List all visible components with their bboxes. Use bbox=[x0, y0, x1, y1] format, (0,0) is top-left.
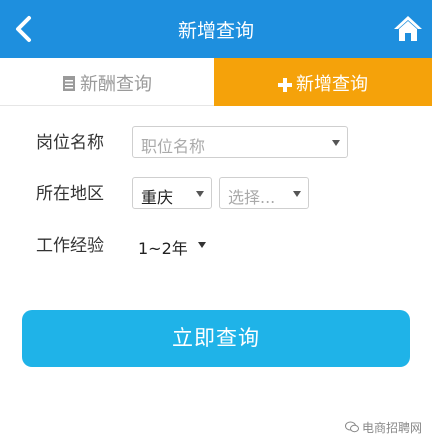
wechat-icon bbox=[344, 421, 359, 436]
city-select[interactable]: 重庆 bbox=[132, 177, 212, 209]
chevron-down-icon bbox=[332, 140, 340, 146]
document-icon bbox=[62, 75, 76, 97]
region-label: 所在地区 bbox=[36, 184, 104, 204]
experience-label: 工作经验 bbox=[36, 236, 104, 256]
position-select[interactable]: 职位名称 bbox=[132, 126, 348, 158]
chevron-down-icon bbox=[198, 242, 206, 248]
plus-icon bbox=[278, 76, 292, 97]
watermark-text: 电商招聘网 bbox=[361, 421, 422, 435]
watermark: 电商招聘网 bbox=[344, 419, 422, 436]
page-title: 新增查询 bbox=[177, 20, 254, 42]
district-placeholder: 选择... bbox=[228, 188, 276, 207]
submit-query-button[interactable]: 立即查询 bbox=[22, 310, 410, 367]
position-label: 岗位名称 bbox=[36, 133, 104, 153]
district-select[interactable]: 选择... bbox=[219, 177, 309, 209]
city-value: 重庆 bbox=[141, 188, 174, 207]
tab-bar: 新酬查询 新增查询 bbox=[0, 58, 432, 106]
experience-select[interactable]: 1~2年 bbox=[132, 229, 214, 261]
tab-add-query[interactable]: 新增查询 bbox=[214, 58, 432, 106]
header-bar: 新增查询 bbox=[0, 0, 432, 58]
experience-value: 1~2年 bbox=[138, 239, 188, 258]
position-placeholder: 职位名称 bbox=[141, 137, 206, 156]
home-icon[interactable] bbox=[392, 13, 424, 43]
tab-salary-query[interactable]: 新酬查询 bbox=[0, 58, 214, 106]
chevron-down-icon bbox=[196, 191, 204, 197]
tab-salary-query-label: 新酬查询 bbox=[80, 74, 152, 95]
chevron-down-icon bbox=[293, 191, 301, 197]
tab-add-query-label: 新增查询 bbox=[296, 74, 368, 95]
